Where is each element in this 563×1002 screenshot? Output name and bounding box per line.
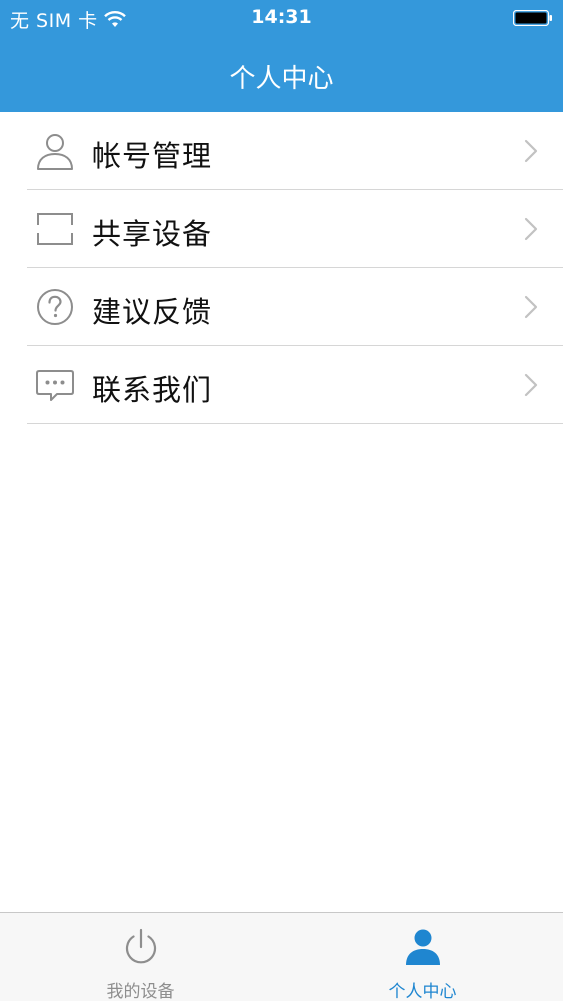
- page-title: 个人中心: [229, 64, 334, 94]
- tab-bar: 我的设备 个人中心: [0, 912, 563, 1002]
- tab-label: 我的设备: [106, 982, 175, 1002]
- chevron-right-icon: [524, 139, 538, 163]
- user-icon: [37, 134, 73, 170]
- menu-item-label: 联系我们: [92, 373, 213, 407]
- status-time: 14:31: [251, 6, 312, 28]
- share-device-icon: [37, 213, 73, 245]
- menu-item-contact-us[interactable]: 联系我们: [27, 346, 563, 424]
- menu-item-share-device[interactable]: 共享设备: [27, 190, 563, 268]
- menu-item-label: 建议反馈: [92, 295, 213, 329]
- tab-label: 个人中心: [388, 982, 457, 1002]
- chat-bubble-icon: [36, 370, 74, 401]
- battery-icon: [513, 10, 552, 26]
- person-icon: [405, 929, 440, 965]
- chevron-right-icon: [524, 373, 538, 397]
- power-icon: [125, 928, 156, 964]
- tab-personal-center[interactable]: 个人中心: [282, 913, 563, 1002]
- status-bar: 无 SIM 卡 14:31: [0, 0, 563, 38]
- chevron-right-icon: [524, 217, 538, 241]
- tab-my-devices[interactable]: 我的设备: [0, 913, 281, 1002]
- menu-item-label: 共享设备: [92, 217, 213, 251]
- settings-menu: 帐号管理 共享设备 建议反馈 联系我们: [0, 112, 563, 424]
- chevron-right-icon: [524, 295, 538, 319]
- header-bar: 无 SIM 卡 14:31 个人中心: [0, 0, 563, 112]
- question-circle-icon: [37, 289, 73, 325]
- menu-item-label: 帐号管理: [92, 139, 213, 173]
- menu-item-feedback[interactable]: 建议反馈: [27, 268, 563, 346]
- menu-item-account[interactable]: 帐号管理: [27, 112, 563, 190]
